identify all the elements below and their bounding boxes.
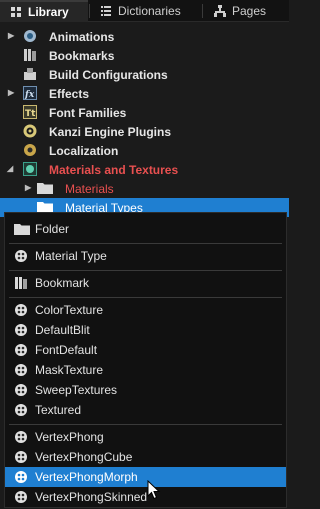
menu-item-fontdefault[interactable]: FontDefault [5,340,286,360]
bookmarks-icon [24,49,36,61]
menu-item-label: Material Type [35,249,107,263]
tree-item-label: Bookmarks [49,49,115,63]
menu-item-label: FontDefault [35,343,98,357]
menu-item-masktexture[interactable]: MaskTexture [5,360,286,380]
expand-arrow-icon[interactable]: ▶ [25,184,33,192]
dictionaries-icon [101,6,111,16]
expand-arrow-icon[interactable]: ▶ [8,89,16,97]
tab-library[interactable]: Library [0,0,88,22]
menu-item-label: Textured [35,403,82,417]
tree-item-localization[interactable]: Localization [0,141,289,160]
pages-icon [214,5,226,17]
menu-item-label: VertexPhongSkinned [35,490,148,504]
menu-item-label: MaskTexture [35,363,104,377]
menu-item-label: VertexPhongMorph [35,470,138,484]
menu-separator [9,270,282,271]
tab-dictionaries[interactable]: Dictionaries [90,0,200,22]
tree-item-materials[interactable]: ▶ Materials [0,179,289,198]
tree-item-label: Build Configurations [49,68,168,82]
tree-item-label: Animations [49,30,115,44]
menu-item-label: Folder [35,222,70,236]
build-configurations-icon [24,68,36,80]
tree-item-bookmarks[interactable]: Bookmarks [0,46,289,65]
tree-item-materials-and-textures[interactable]: ◢ Materials and Textures [0,160,289,179]
material-type-icon [15,364,27,376]
material-type-icon [15,404,27,416]
menu-item-label: ColorTexture [35,303,104,317]
library-icon [11,7,21,17]
tree-item-label: Effects [49,87,90,101]
material-type-icon [15,344,27,356]
font-families-icon: Tt [23,105,37,119]
tree-item-kanzi-engine-plugins[interactable]: Kanzi Engine Plugins [0,122,289,141]
tab-library-label: Library [28,5,69,19]
expand-arrow-icon[interactable]: ▶ [8,32,16,40]
material-type-icon [15,250,27,262]
folder-icon [37,183,53,194]
create-context-menu: Folder Material Type Bookmark ColorTextu… [4,212,287,508]
menu-item-vertexphongcube[interactable]: VertexPhongCube [5,447,286,467]
tree-item-animations[interactable]: ▶ Animations [0,27,289,46]
tree-item-effects[interactable]: ▶ fx Effects [0,84,289,103]
menu-item-vertexphong[interactable]: VertexPhong [5,427,286,447]
menu-separator [9,243,282,244]
menu-item-folder[interactable]: Folder [5,219,286,239]
plugins-icon [23,124,37,138]
menu-item-colortexture[interactable]: ColorTexture [5,300,286,320]
menu-item-label: VertexPhongCube [35,450,133,464]
menu-item-bookmark[interactable]: Bookmark [5,273,286,293]
folder-icon [14,224,30,235]
svg-text:fx: fx [24,90,35,100]
svg-text:Tt: Tt [25,109,36,119]
tab-divider [202,4,203,18]
menu-item-textured[interactable]: Textured [5,400,286,420]
collapse-arrow-icon[interactable]: ◢ [7,165,15,173]
tree-item-label: Localization [49,144,119,158]
tab-pages[interactable]: Pages [204,0,289,22]
menu-item-defaultblit[interactable]: DefaultBlit [5,320,286,340]
material-type-icon [15,384,27,396]
tab-dictionaries-label: Dictionaries [118,4,181,18]
tab-pages-label: Pages [232,4,267,18]
localization-icon [24,144,36,156]
material-type-icon [15,491,27,503]
tree-item-build-configurations[interactable]: Build Configurations [0,65,289,84]
menu-item-label: VertexPhong [35,430,104,444]
tree-item-label: Font Families [49,106,127,120]
menu-separator [9,424,282,425]
material-type-icon [15,471,27,483]
panel-tab-bar: Library Dictionaries Pages [0,0,289,22]
mouse-pointer-icon [147,480,161,500]
tree-item-label: Materials and Textures [49,163,179,177]
tree-item-font-families[interactable]: Tt Font Families [0,103,289,122]
menu-item-vertexphongskinned[interactable]: VertexPhongSkinned [5,487,286,507]
material-type-icon [15,324,27,336]
material-type-icon [15,431,27,443]
bookmark-icon [15,277,27,289]
material-type-icon [15,451,27,463]
menu-item-label: Bookmark [35,276,90,290]
animations-icon [24,30,36,42]
menu-item-material-type[interactable]: Material Type [5,246,286,266]
menu-item-vertexphongmorph[interactable]: VertexPhongMorph [5,467,286,487]
menu-item-label: SweepTextures [35,383,118,397]
effects-icon: fx [23,86,37,100]
tree-item-label: Materials [65,182,114,196]
menu-separator [9,297,282,298]
materials-and-textures-icon [23,162,37,176]
material-type-icon [15,304,27,316]
tree-item-label: Kanzi Engine Plugins [49,125,172,139]
menu-item-label: DefaultBlit [35,323,90,337]
menu-item-sweeptextures[interactable]: SweepTextures [5,380,286,400]
